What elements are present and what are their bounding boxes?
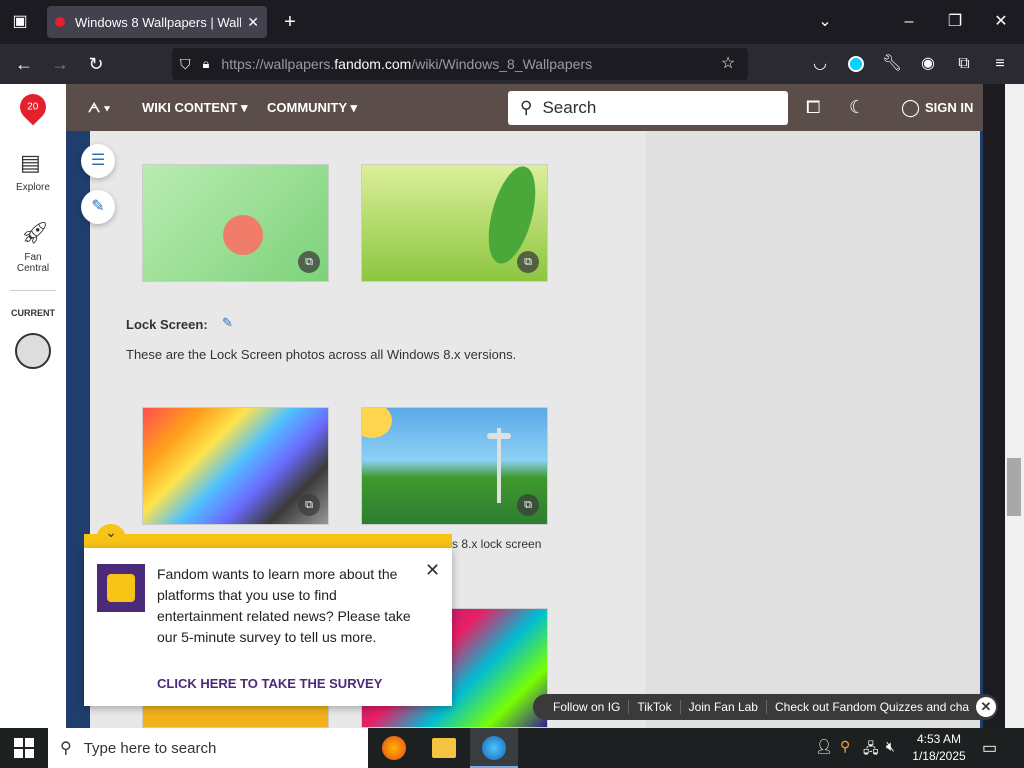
- sign-in-link[interactable]: SIGN IN: [925, 100, 973, 115]
- clock-time: 4:53 AM: [916, 732, 962, 746]
- address-bar[interactable]: ⛉ 🔒︎ https://wallpapers.fandom.com/wiki/…: [172, 48, 748, 80]
- close-tab-icon[interactable]: ✕: [247, 14, 259, 31]
- wallpaper-thumb-seattle[interactable]: ⧉: [361, 407, 548, 525]
- account-icon[interactable]: ◉: [913, 49, 943, 79]
- reload-icon[interactable]: ↻: [81, 49, 111, 79]
- shield-icon[interactable]: ⛉: [180, 56, 191, 73]
- bookmark-star-icon[interactable]: ☆: [713, 49, 743, 79]
- windows-start-icon[interactable]: [14, 738, 34, 758]
- clock[interactable]: 4:53 AM 1/18/2025: [908, 731, 970, 765]
- search-placeholder: Search: [542, 98, 597, 117]
- search-icon: ⚲: [520, 98, 533, 117]
- search-input[interactable]: ⚲ Search: [508, 91, 788, 125]
- notifications-icon[interactable]: ▭: [982, 738, 997, 758]
- survey-mascot-icon: [97, 564, 145, 612]
- file-explorer-icon[interactable]: [432, 738, 456, 758]
- fan-central-label[interactable]: Fan Central: [0, 252, 66, 274]
- close-bar-icon[interactable]: ✕: [976, 697, 996, 717]
- rocket-icon[interactable]: 🚀︎: [21, 220, 49, 246]
- forward-icon[interactable]: →: [45, 49, 75, 79]
- minimize-icon[interactable]: –: [894, 7, 924, 37]
- edit-section-icon[interactable]: ✎: [222, 315, 233, 331]
- wallpaper-thumb-flower[interactable]: ⧉: [142, 164, 329, 282]
- tray-search-icon[interactable]: ⚲: [840, 738, 850, 755]
- tab-overview-icon[interactable]: ▣: [5, 7, 35, 37]
- close-survey-icon[interactable]: ✕: [425, 560, 440, 581]
- close-window-icon[interactable]: ✕: [986, 7, 1016, 37]
- url-text: https://wallpapers.fandom.com/wiki/Windo…: [221, 56, 593, 72]
- join-fan-lab-link[interactable]: Join Fan Lab: [681, 700, 767, 714]
- new-tab-icon[interactable]: +: [275, 7, 305, 37]
- quizzes-link[interactable]: Check out Fandom Quizzes and cha: [767, 700, 977, 714]
- firefox-active-app[interactable]: [470, 728, 518, 768]
- right-rail: [646, 131, 980, 728]
- back-icon[interactable]: ←: [9, 49, 39, 79]
- nav-community[interactable]: COMMUNITY ▾: [267, 100, 357, 116]
- expand-icon[interactable]: ⧉: [298, 251, 320, 273]
- explore-icon[interactable]: ▤: [20, 150, 41, 176]
- taskbar-search-placeholder: Type here to search: [83, 739, 217, 757]
- toc-icon[interactable]: ☰: [81, 144, 115, 178]
- taskbar-search[interactable]: ⚲ Type here to search: [48, 728, 368, 768]
- search-icon: ⚲: [60, 740, 72, 757]
- fandom-left-rail: [0, 84, 66, 728]
- wiki-logo-dropdown[interactable]: ᗅ ▾: [88, 100, 110, 116]
- explore-label[interactable]: Explore: [0, 182, 66, 193]
- tray-user-icon[interactable]: 👤︎: [815, 738, 833, 755]
- fandom-favicon-icon: [55, 17, 65, 27]
- firefox-icon[interactable]: [382, 736, 406, 760]
- collapse-chevron-icon[interactable]: ⌄: [96, 524, 126, 550]
- section-text: These are the Lock Screen photos across …: [126, 347, 517, 362]
- extensions-icon[interactable]: ⧉: [949, 49, 979, 79]
- maximize-icon[interactable]: ❐: [940, 7, 970, 37]
- expand-icon[interactable]: ⧉: [517, 494, 539, 516]
- edit-pencil-icon[interactable]: ✎: [81, 190, 115, 224]
- tiktok-link[interactable]: TikTok: [629, 700, 681, 714]
- browser-tab[interactable]: Windows 8 Wallpapers | Wallpa ✕: [47, 6, 267, 38]
- firefox-dev-icon: [482, 736, 506, 760]
- scrollbar[interactable]: [1005, 84, 1024, 728]
- clock-date: 1/18/2025: [912, 749, 966, 763]
- follow-ig-link[interactable]: Follow on IG: [545, 700, 630, 714]
- fandom-bottom-bar: Follow on IG TikTok Join Fan Lab Check o…: [533, 694, 998, 720]
- wallpaper-thumb-leaf[interactable]: ⧉: [361, 164, 548, 282]
- extension-circle-icon[interactable]: [848, 56, 864, 72]
- wallpaper-thumb-rainbow[interactable]: ⧉: [142, 407, 329, 525]
- survey-text: Fandom wants to learn more about the pla…: [157, 566, 411, 645]
- expand-icon[interactable]: ⧉: [517, 251, 539, 273]
- survey-popup: Fandom wants to learn more about the pla…: [84, 548, 452, 706]
- wrench-icon[interactable]: 🔧︎: [877, 49, 907, 79]
- menu-icon[interactable]: ≡: [985, 49, 1015, 79]
- nav-wiki-content[interactable]: WIKI CONTENT ▾: [142, 100, 247, 116]
- expand-icon[interactable]: ⧉: [298, 494, 320, 516]
- image-caption: s 8.x lock screen: [452, 537, 542, 551]
- current-wiki-avatar[interactable]: [15, 333, 51, 369]
- volume-muted-icon[interactable]: 🔇︎: [886, 738, 895, 755]
- pocket-icon[interactable]: ◡: [805, 49, 835, 79]
- scrollbar-thumb[interactable]: [1007, 458, 1021, 516]
- user-icon[interactable]: ◯: [901, 98, 920, 118]
- dark-mode-icon[interactable]: ☾: [849, 97, 865, 118]
- rail-divider: [10, 290, 56, 291]
- current-label: CURRENT: [11, 308, 55, 318]
- discussions-icon[interactable]: ⧠: [806, 97, 820, 118]
- tab-title: Windows 8 Wallpapers | Wallpa: [75, 14, 242, 30]
- lock-icon[interactable]: 🔒︎: [203, 56, 210, 72]
- network-icon[interactable]: 🖧︎: [863, 738, 879, 762]
- survey-cta-link[interactable]: CLICK HERE TO TAKE THE SURVEY: [157, 676, 382, 691]
- list-all-tabs-icon[interactable]: ⌄: [810, 7, 840, 37]
- section-title: Lock Screen:: [126, 317, 208, 332]
